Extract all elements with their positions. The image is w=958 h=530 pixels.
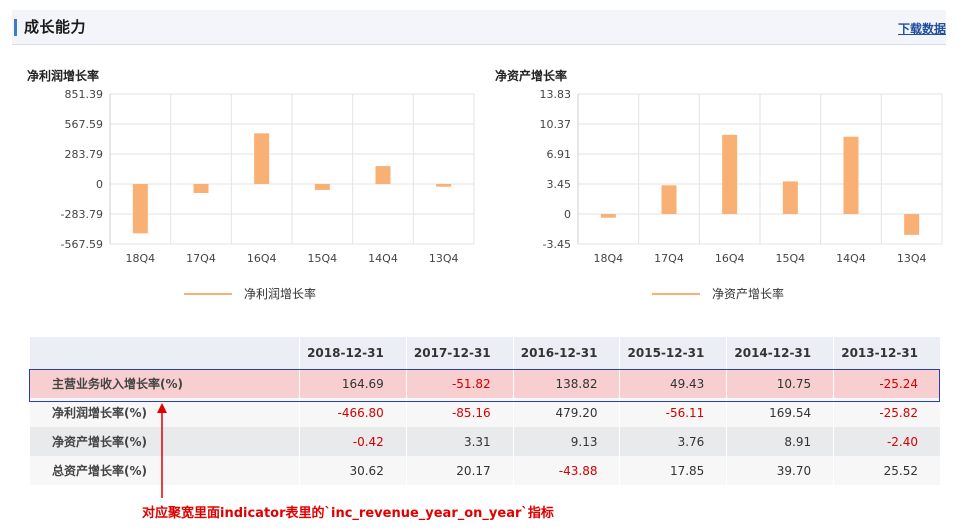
table-row: 净资产增长率(%) -0.42 3.31 9.13 3.76 8.91 -2.4…: [30, 427, 941, 456]
y-tick-label: 13.83: [540, 88, 572, 101]
table-col-header: 2017-12-31: [406, 337, 514, 369]
x-tick-label: 13Q4: [897, 252, 927, 265]
table-cell: 10.75: [726, 369, 835, 398]
table-cell: -85.16: [406, 398, 514, 427]
bar: [132, 184, 148, 234]
bar: [661, 185, 677, 215]
bar: [193, 184, 209, 194]
table-row: 主营业务收入增长率(%) 164.69 -51.82 138.82 49.43 …: [30, 369, 941, 398]
y-tick-label: 6.91: [547, 148, 572, 161]
table-col-header: 2014-12-31: [726, 337, 835, 369]
x-tick-label: 15Q4: [776, 252, 806, 265]
bar: [722, 134, 738, 215]
table-cell: -2.40: [833, 427, 941, 456]
table-header-row: 2018-12-31 2017-12-31 2016-12-31 2015-12…: [30, 337, 941, 369]
y-tick-label: 0: [564, 208, 571, 221]
legend-label: 净利润增长率: [244, 286, 316, 301]
y-tick-label: 567.59: [65, 118, 104, 131]
table-col-header: 2016-12-31: [513, 337, 621, 369]
x-tick-label: 17Q4: [654, 252, 684, 265]
x-tick-label: 18Q4: [126, 252, 156, 265]
table-cell: 25.52: [833, 456, 941, 485]
table-cell: -466.80: [299, 398, 407, 427]
table-cell: -43.88: [513, 456, 621, 485]
x-tick-label: 16Q4: [247, 252, 277, 265]
bar: [375, 166, 391, 185]
row-label: 主营业务收入增长率(%): [30, 369, 300, 398]
y-tick-label: -3.45: [543, 238, 571, 251]
x-tick-label: 16Q4: [715, 252, 745, 265]
table-cell: 17.85: [619, 456, 728, 485]
table-row: 净利润增长率(%) -466.80 -85.16 479.20 -56.11 1…: [30, 398, 941, 427]
table-row: 总资产增长率(%) 30.62 20.17 -43.88 17.85 39.70…: [30, 456, 941, 485]
table-cell: 8.91: [726, 427, 835, 456]
table-cell: 3.31: [406, 427, 514, 456]
legend-label: 净资产增长率: [712, 286, 784, 301]
table-cell: 20.17: [406, 456, 514, 485]
y-tick-label: 851.39: [65, 88, 104, 101]
row-label: 总资产增长率(%): [30, 456, 300, 485]
table-cell: -25.24: [833, 369, 941, 398]
y-tick-label: 10.37: [540, 118, 572, 131]
bar: [600, 214, 616, 218]
x-tick-label: 13Q4: [429, 252, 459, 265]
table-cell: -51.82: [406, 369, 514, 398]
table-cell: 39.70: [726, 456, 835, 485]
y-tick-label: 3.45: [547, 178, 572, 191]
x-tick-label: 17Q4: [186, 252, 216, 265]
bar: [782, 181, 798, 215]
table-cell: 169.54: [726, 398, 835, 427]
table-cell: 9.13: [513, 427, 621, 456]
bar: [904, 214, 920, 235]
bar: [314, 184, 330, 190]
table-cell: -56.11: [619, 398, 728, 427]
table-cell: 138.82: [513, 369, 621, 398]
table-cell: 30.62: [299, 456, 407, 485]
table-col-header: 2018-12-31: [299, 337, 407, 369]
y-tick-label: -283.79: [61, 208, 103, 221]
table-col-header: 2015-12-31: [619, 337, 728, 369]
table-header-blank: [30, 337, 300, 369]
table-col-header: 2013-12-31: [833, 337, 941, 369]
table-cell: 49.43: [619, 369, 728, 398]
y-tick-label: 283.79: [65, 148, 104, 161]
bar: [436, 184, 452, 187]
row-label: 净利润增长率(%): [30, 398, 300, 427]
bar: [254, 133, 270, 185]
table-cell: -0.42: [299, 427, 407, 456]
annotation-text: 对应聚宽里面indicator表里的`inc_revenue_year_on_y…: [142, 506, 554, 521]
table-cell: 3.76: [619, 427, 728, 456]
table-cell: 479.20: [513, 398, 621, 427]
x-tick-label: 18Q4: [594, 252, 624, 265]
table-cell: 164.69: [299, 369, 407, 398]
charts-canvas: 851.39 567.59 283.79 0 -283.79 -567.59 18Q4 17Q…: [61, 88, 943, 301]
table-cell: -25.82: [833, 398, 941, 427]
y-tick-label: -567.59: [61, 238, 103, 251]
x-tick-label: 15Q4: [308, 252, 338, 265]
bar: [843, 136, 859, 215]
growth-table: 2018-12-31 2017-12-31 2016-12-31 2015-12…: [30, 337, 941, 485]
row-label: 净资产增长率(%): [30, 427, 300, 456]
y-tick-label: 0: [96, 178, 103, 191]
x-tick-label: 14Q4: [836, 252, 866, 265]
x-tick-label: 14Q4: [368, 252, 398, 265]
